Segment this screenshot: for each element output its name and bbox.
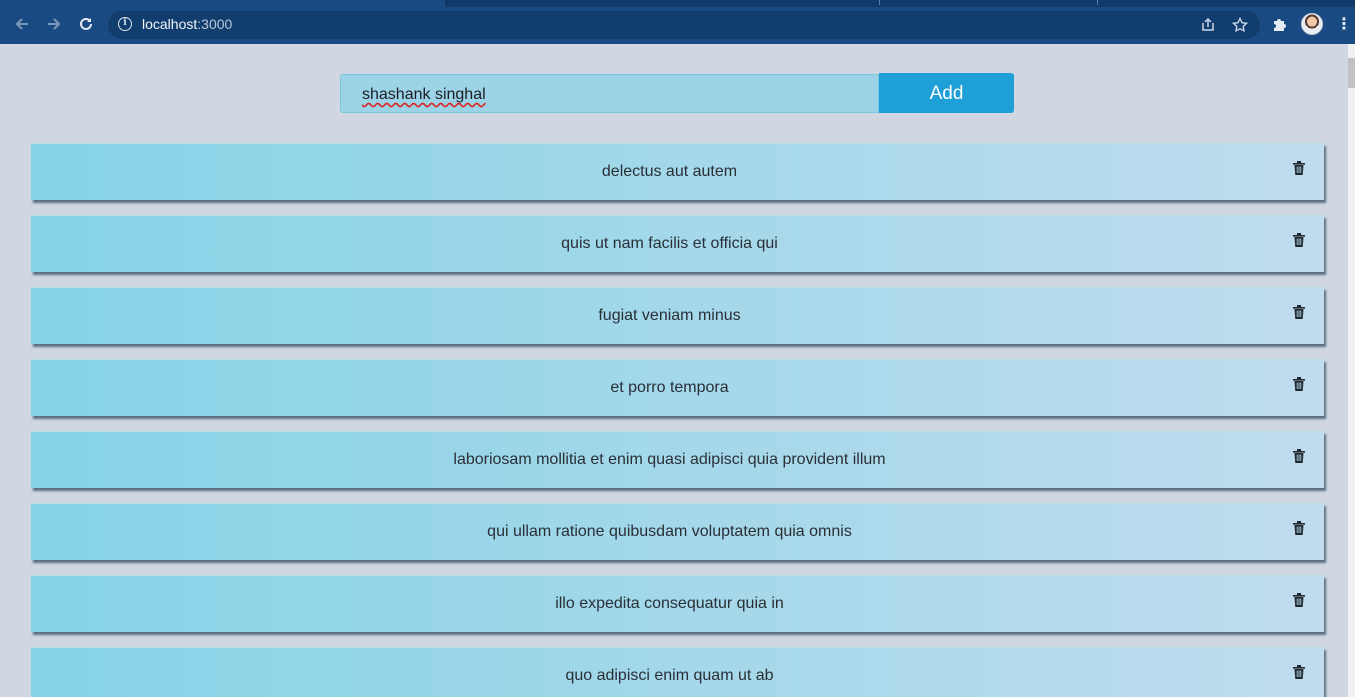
todo-input[interactable]: shashank singhal (340, 74, 879, 113)
todo-text: qui ullam ratione quibusdam voluptatem q… (487, 523, 852, 540)
trash-icon[interactable] (1293, 520, 1305, 535)
todo-list: delectus aut autem quis ut nam facilis et… (31, 143, 1327, 697)
todo-text: quo adipisci enim quam ut ab (565, 667, 774, 684)
tab-separator (1097, 0, 1098, 5)
trash-icon[interactable] (1293, 376, 1305, 391)
todo-text: quis ut nam facilis et officia qui (561, 235, 778, 252)
scrollbar-thumb[interactable] (1348, 58, 1355, 88)
trash-icon[interactable] (1293, 448, 1305, 463)
scrollbar[interactable] (1348, 44, 1355, 697)
todo-text: laboriosam mollitia et enim quasi adipis… (453, 451, 886, 468)
arrow-right-icon (48, 18, 61, 30)
browser-toolbar: i localhost:3000 ⋮ (0, 0, 1355, 44)
trash-icon[interactable] (1293, 232, 1305, 247)
todo-item[interactable]: et porro tempora (31, 359, 1324, 416)
reload-button[interactable] (74, 12, 98, 36)
todo-text: illo expedita consequatur quia in (555, 595, 784, 612)
todo-item[interactable]: laboriosam mollitia et enim quasi adipis… (31, 431, 1324, 488)
address-bar[interactable]: i localhost:3000 (108, 11, 1260, 39)
url-text[interactable]: localhost:3000 (142, 16, 232, 32)
trash-icon[interactable] (1293, 160, 1305, 175)
tab-separator (879, 0, 880, 5)
page-viewport: shashank singhal Add delectus aut autem q… (0, 44, 1348, 697)
todo-item[interactable]: illo expedita consequatur quia in (31, 575, 1324, 632)
trash-icon[interactable] (1293, 304, 1305, 319)
url-host: localhost (142, 16, 198, 32)
share-icon[interactable] (1198, 15, 1218, 35)
star-icon[interactable] (1230, 15, 1250, 35)
avatar[interactable] (1301, 13, 1323, 35)
info-icon[interactable]: i (118, 17, 132, 31)
todo-item[interactable]: quo adipisci enim quam ut ab (31, 647, 1324, 697)
url-port: :3000 (197, 16, 233, 32)
kebab-menu-icon[interactable]: ⋮ (1336, 13, 1352, 35)
reload-icon (80, 17, 92, 30)
todo-input-value: shashank singhal (362, 86, 486, 103)
arrow-left-icon (15, 18, 28, 30)
add-button[interactable]: Add (879, 73, 1014, 113)
todo-text: fugiat veniam minus (598, 307, 741, 324)
trash-icon[interactable] (1293, 664, 1305, 679)
back-button[interactable] (10, 12, 34, 36)
todo-item[interactable]: quis ut nam facilis et officia qui (31, 215, 1324, 272)
forward-button[interactable] (42, 12, 66, 36)
todo-text: delectus aut autem (601, 163, 738, 180)
todo-text: et porro tempora (610, 379, 729, 396)
add-todo-form: shashank singhal Add (340, 73, 1015, 113)
tab-strip (0, 0, 1355, 7)
puzzle-icon[interactable] (1268, 13, 1290, 35)
todo-item[interactable]: fugiat veniam minus (31, 287, 1324, 344)
trash-icon[interactable] (1293, 592, 1305, 607)
todo-item[interactable]: delectus aut autem (31, 143, 1324, 200)
active-tab[interactable] (0, 0, 445, 7)
todo-item[interactable]: qui ullam ratione quibusdam voluptatem q… (31, 503, 1324, 560)
